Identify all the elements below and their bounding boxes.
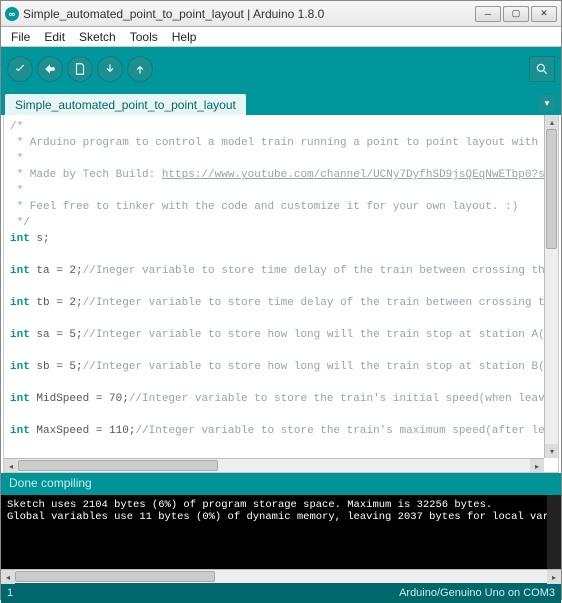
line-number: 1 [7, 587, 27, 599]
console-line: Global variables use 11 bytes (0%) of dy… [7, 511, 555, 523]
toolbar [1, 47, 561, 91]
titlebar: ∞ Simple_automated_point_to_point_layout… [1, 1, 561, 27]
close-button[interactable]: ✕ [531, 6, 557, 22]
editor-vertical-scrollbar[interactable]: ▴ ▾ [544, 115, 558, 458]
app-icon: ∞ [5, 7, 19, 21]
console-horizontal-scrollbar[interactable]: ◂ ▸ [1, 569, 561, 583]
maximize-button[interactable]: ▢ [503, 6, 529, 22]
menu-sketch[interactable]: Sketch [73, 30, 122, 44]
console-line: Sketch uses 2104 bytes (6%) of program s… [7, 499, 555, 511]
serial-monitor-button[interactable] [529, 56, 555, 82]
board-info: Arduino/Genuino Uno on COM3 [27, 587, 555, 599]
scroll-down-icon[interactable]: ▾ [545, 444, 559, 458]
scroll-thumb[interactable] [15, 571, 215, 582]
scroll-left-icon[interactable]: ◂ [1, 570, 15, 584]
tab-menu-button[interactable]: ▾ [539, 95, 555, 111]
menu-help[interactable]: Help [166, 30, 203, 44]
code-content[interactable]: /* * Arduino program to control a model … [4, 115, 558, 473]
sketch-tab[interactable]: Simple_automated_point_to_point_layout [5, 94, 246, 115]
menubar: File Edit Sketch Tools Help [1, 27, 561, 47]
status-bar: Done compiling [1, 473, 561, 495]
console-vertical-scrollbar[interactable] [547, 495, 561, 569]
scroll-thumb[interactable] [546, 129, 557, 249]
footer-bar: 1 Arduino/Genuino Uno on COM3 [1, 583, 561, 603]
upload-button[interactable] [37, 56, 63, 82]
code-editor[interactable]: /* * Arduino program to control a model … [3, 115, 559, 473]
save-button[interactable] [127, 56, 153, 82]
open-button[interactable] [97, 56, 123, 82]
scroll-right-icon[interactable]: ▸ [530, 459, 544, 473]
scroll-right-icon[interactable]: ▸ [547, 570, 561, 584]
scroll-up-icon[interactable]: ▴ [545, 115, 559, 129]
scroll-left-icon[interactable]: ◂ [4, 459, 18, 473]
verify-button[interactable] [7, 56, 33, 82]
menu-tools[interactable]: Tools [124, 30, 164, 44]
editor-horizontal-scrollbar[interactable]: ◂ ▸ [4, 458, 544, 472]
new-button[interactable] [67, 56, 93, 82]
scroll-thumb[interactable] [18, 460, 218, 471]
tab-row: Simple_automated_point_to_point_layout ▾ [1, 91, 561, 115]
console-output[interactable]: Sketch uses 2104 bytes (6%) of program s… [1, 495, 561, 569]
window-title: Simple_automated_point_to_point_layout |… [23, 7, 475, 21]
minimize-button[interactable]: ─ [475, 6, 501, 22]
menu-file[interactable]: File [5, 30, 36, 44]
menu-edit[interactable]: Edit [38, 30, 71, 44]
